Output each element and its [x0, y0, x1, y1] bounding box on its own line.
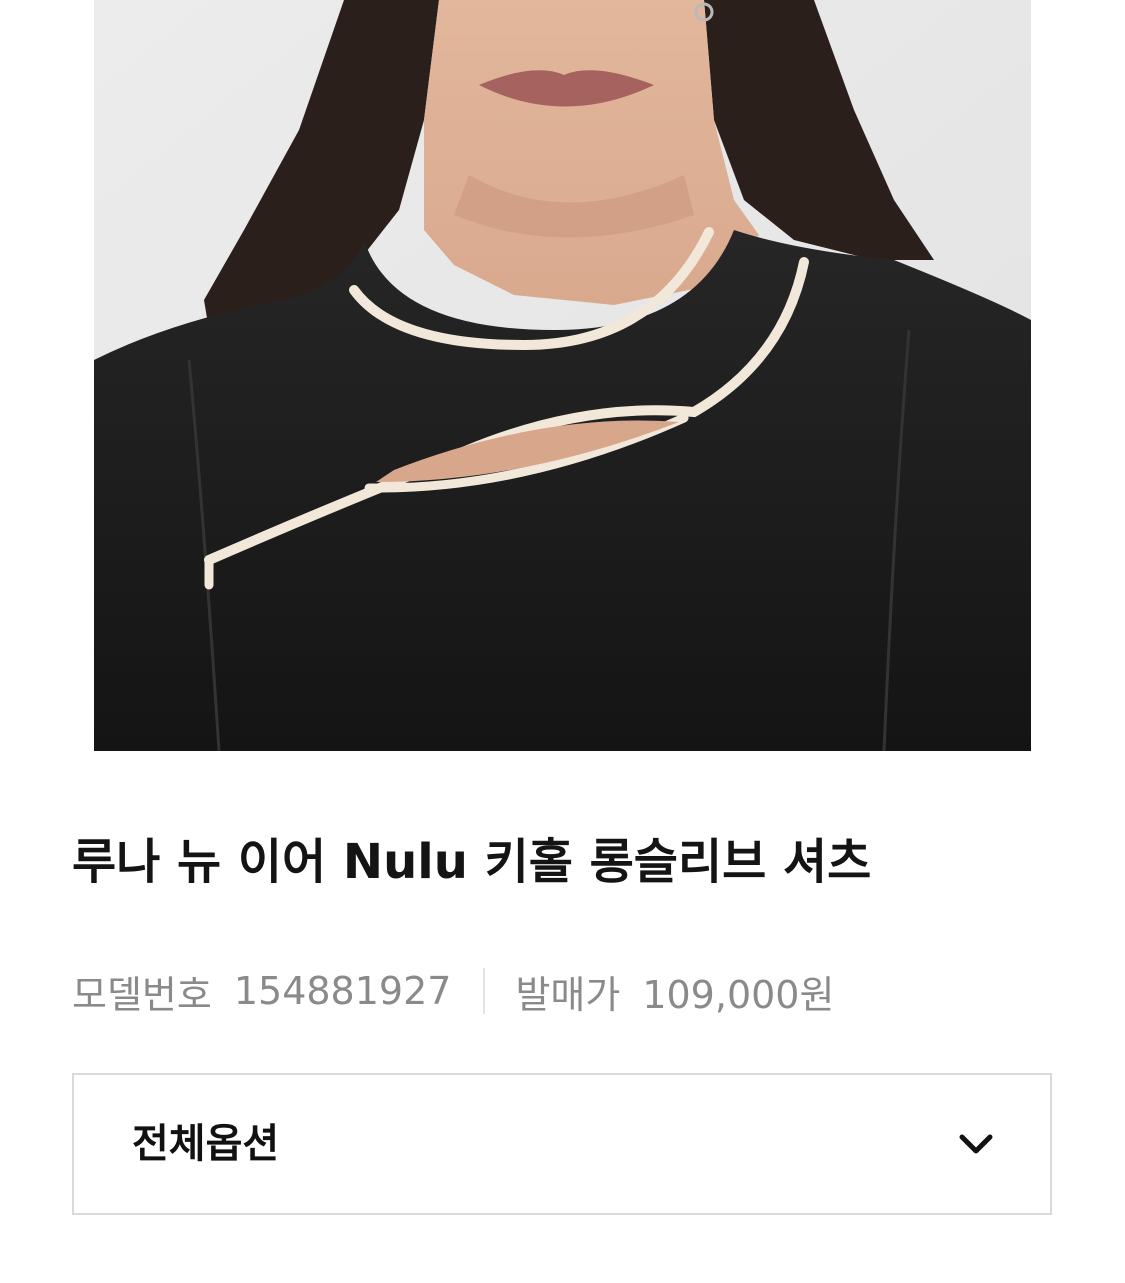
product-photo	[94, 0, 1031, 751]
release-price-value: 109,000원	[642, 972, 835, 1017]
option-selected-label: 전체옵션	[132, 1121, 280, 1167]
meta-divider	[483, 968, 486, 1014]
model-number-value: 154881927	[233, 969, 452, 1013]
model-number-label: 모델번호	[72, 972, 212, 1017]
product-meta: 모델번호 154881927 발매가 109,000원	[72, 965, 834, 1017]
release-price-label: 발매가	[515, 972, 621, 1017]
option-dropdown[interactable]: 전체옵션	[72, 1073, 1052, 1215]
product-title: 루나 뉴 이어 Nulu 키홀 롱슬리브 셔츠	[72, 834, 872, 890]
product-image-gallery[interactable]: 3/5	[94, 0, 1031, 751]
chevron-down-icon	[959, 1134, 993, 1154]
